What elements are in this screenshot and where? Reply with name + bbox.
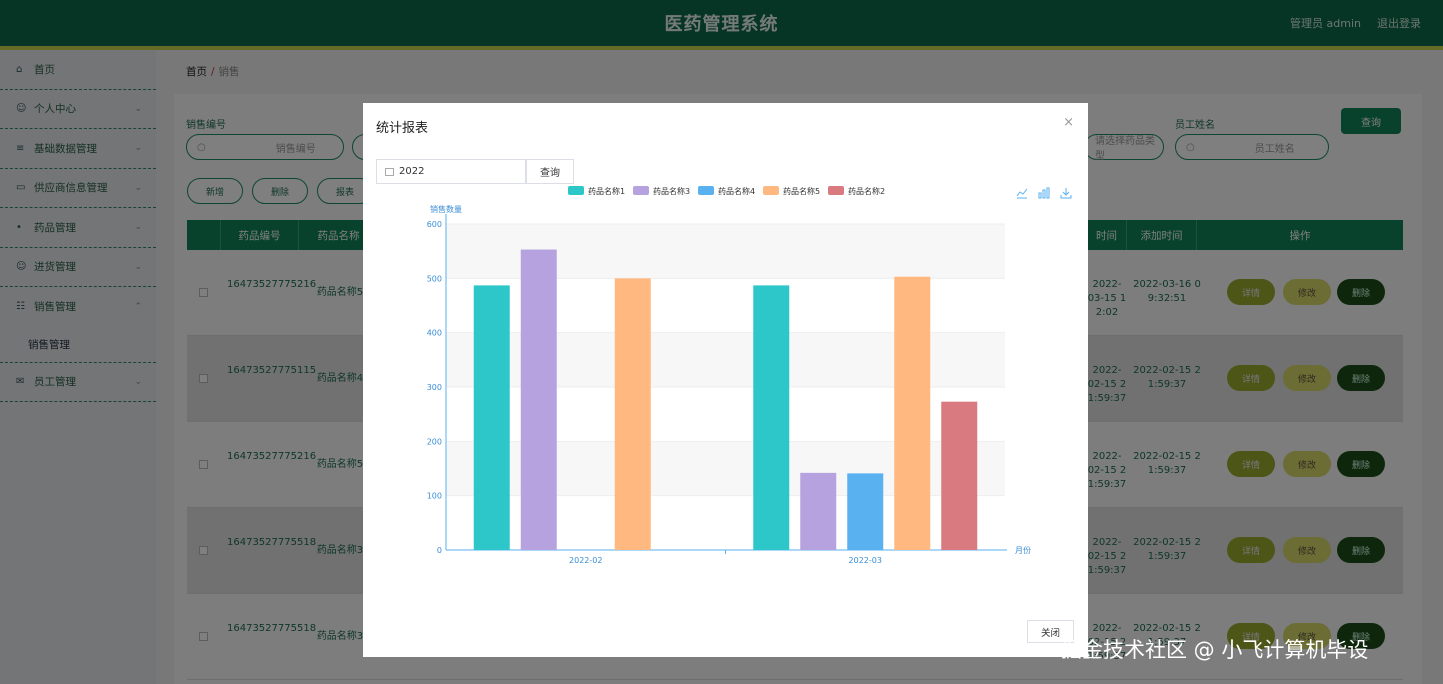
y-tick-label: 100 xyxy=(427,492,442,501)
y-tick-label: 0 xyxy=(437,546,442,555)
x-tick-label: 2022-03 xyxy=(849,556,882,565)
sales-bar-chart: 0 100 200 300 400 500 600 销售数量月份 2022-02 2022-03 药… xyxy=(427,186,1031,565)
y-tick-label: 600 xyxy=(427,220,442,229)
calendar-icon xyxy=(385,167,394,176)
y-tick-label: 400 xyxy=(427,329,442,338)
y-tick-label: 200 xyxy=(427,437,442,446)
year-picker[interactable]: 2022 xyxy=(376,159,526,184)
watermark: 掘金技术社区 @ 小飞计算机毕设 xyxy=(1061,638,1369,662)
bar xyxy=(847,473,884,550)
legend-label: 药品名称5 xyxy=(783,186,820,196)
legend-label: 药品名称3 xyxy=(653,186,690,196)
y-tick-label: 300 xyxy=(427,383,442,392)
modal-title: 统计报表 xyxy=(376,121,429,136)
query-button-label: 查询 xyxy=(540,168,560,179)
legend-swatch xyxy=(828,186,844,195)
query-button[interactable]: 查询 xyxy=(526,159,574,184)
x-axis-title: 月份 xyxy=(1015,545,1031,555)
legend-swatch xyxy=(763,186,779,195)
legend-label: 药品名称2 xyxy=(848,186,885,196)
y-axis-title: 销售数量 xyxy=(430,204,462,214)
bar xyxy=(800,472,837,550)
bar xyxy=(614,278,651,550)
bar xyxy=(520,249,557,550)
legend-swatch xyxy=(633,186,649,195)
bar xyxy=(894,276,931,550)
year-value: 2022 xyxy=(399,166,425,177)
bar xyxy=(941,401,978,550)
legend-label: 药品名称4 xyxy=(718,186,755,196)
close-button-label: 关闭 xyxy=(1040,627,1060,639)
legend-swatch xyxy=(698,186,714,195)
report-modal: 统计报表 × 2022 查询 0 100 200 300 400 500 600 销售数量月份… xyxy=(363,103,1088,657)
bar xyxy=(473,285,510,550)
legend-swatch xyxy=(568,186,584,195)
bar xyxy=(753,285,790,550)
y-tick-label: 500 xyxy=(427,274,442,283)
legend-label: 药品名称1 xyxy=(588,186,625,196)
x-tick-label: 2022-02 xyxy=(569,556,602,565)
close-icon[interactable]: × xyxy=(1063,115,1074,130)
